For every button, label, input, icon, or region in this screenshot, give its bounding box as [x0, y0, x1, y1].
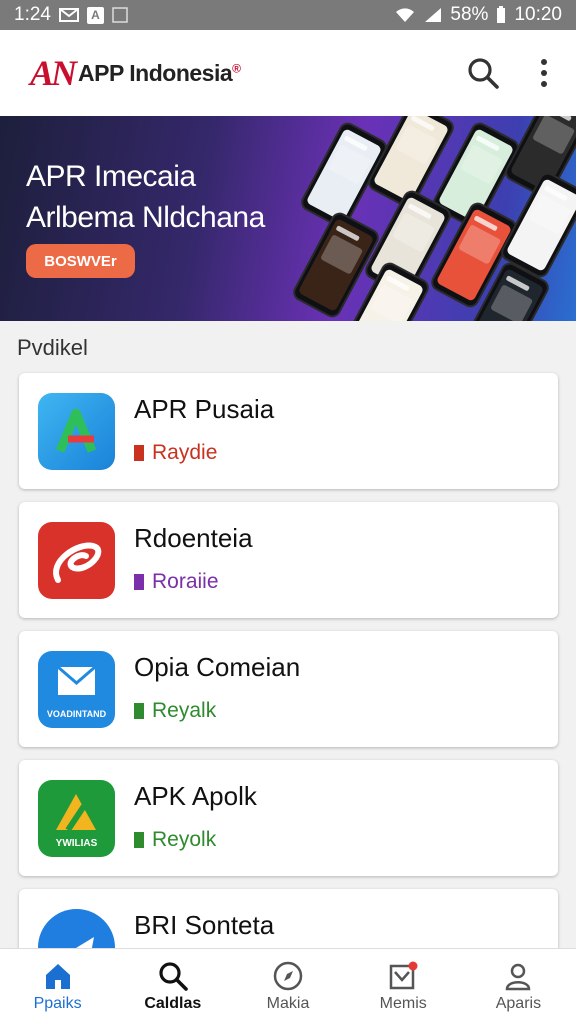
- app-icon: VOADINTAND: [38, 651, 115, 728]
- nav-item-messages[interactable]: Memis: [346, 949, 461, 1024]
- app-title: APR Pusaia: [134, 394, 275, 424]
- more-options-icon[interactable]: [540, 58, 548, 88]
- battery-icon: [497, 6, 506, 23]
- app-icon: [38, 522, 115, 599]
- app-card[interactable]: Rdoenteia Roraiie: [19, 502, 558, 618]
- svg-text:YWILIAS: YWILIAS: [56, 838, 98, 849]
- signal-icon: [425, 8, 442, 22]
- section-label: Pvdikel: [17, 335, 88, 360]
- app-name: APP Indonesia®: [78, 59, 241, 86]
- app-card[interactable]: YWILIAS APK Apolk Reyolk: [19, 760, 558, 876]
- screenshot-notification-icon: [112, 7, 128, 23]
- app-title: BRI Sonteta: [134, 910, 275, 940]
- app-card[interactable]: VOADINTAND Opia Comeian Reyalk: [19, 631, 558, 747]
- app-bar: AN APP Indonesia®: [0, 30, 576, 116]
- bottom-navigation: Ppaiks Caldlas Makia Memis Aparis: [0, 948, 576, 1024]
- compass-icon: [273, 961, 303, 991]
- banner-phone-collage: [290, 116, 576, 321]
- inbox-icon: [389, 961, 418, 990]
- home-icon: [45, 964, 70, 989]
- status-bar: 1:24 A 58% 10:20: [0, 0, 576, 30]
- app-title: Opia Comeian: [134, 652, 301, 682]
- wifi-icon: [396, 8, 415, 22]
- status-time: 1:24: [14, 4, 51, 25]
- nav-item-profile[interactable]: Aparis: [461, 949, 576, 1024]
- battery-level: 58%: [450, 4, 489, 25]
- app-tag: Reyalk: [134, 699, 216, 723]
- profile-icon: [506, 963, 531, 991]
- banner-browse-button[interactable]: BOSWVEr: [26, 244, 135, 278]
- app-tag: Raydie: [134, 441, 217, 465]
- app-title: APK Apolk: [134, 781, 257, 811]
- app-tag: Roraiie: [134, 570, 219, 594]
- svg-text:VOADINTAND: VOADINTAND: [47, 709, 107, 719]
- app-notification-icon: A: [86, 6, 104, 24]
- nav-item-home[interactable]: Ppaiks: [0, 949, 115, 1024]
- promo-banner[interactable]: APR Imecaia Arlbema Nldchana BOSWVEr: [0, 116, 576, 321]
- app-card[interactable]: APR Pusaia Raydie: [19, 373, 558, 489]
- status-clock: 10:20: [514, 4, 562, 25]
- nav-item-search[interactable]: Caldlas: [115, 949, 230, 1024]
- mail-notification-icon: [58, 8, 79, 22]
- nav-item-discover[interactable]: Makia: [230, 949, 345, 1024]
- app-tag: Reyolk: [134, 828, 216, 852]
- logo-mark: AN: [30, 53, 77, 93]
- banner-title: APR Imecaia Arlbema Nldchana: [26, 160, 265, 234]
- app-icon: YWILIAS: [38, 780, 115, 857]
- app-logo[interactable]: AN APP Indonesia®: [30, 52, 241, 94]
- app-icon: [38, 393, 115, 470]
- app-title: Rdoenteia: [134, 523, 253, 553]
- search-icon: [159, 962, 188, 991]
- search-icon[interactable]: [466, 56, 500, 90]
